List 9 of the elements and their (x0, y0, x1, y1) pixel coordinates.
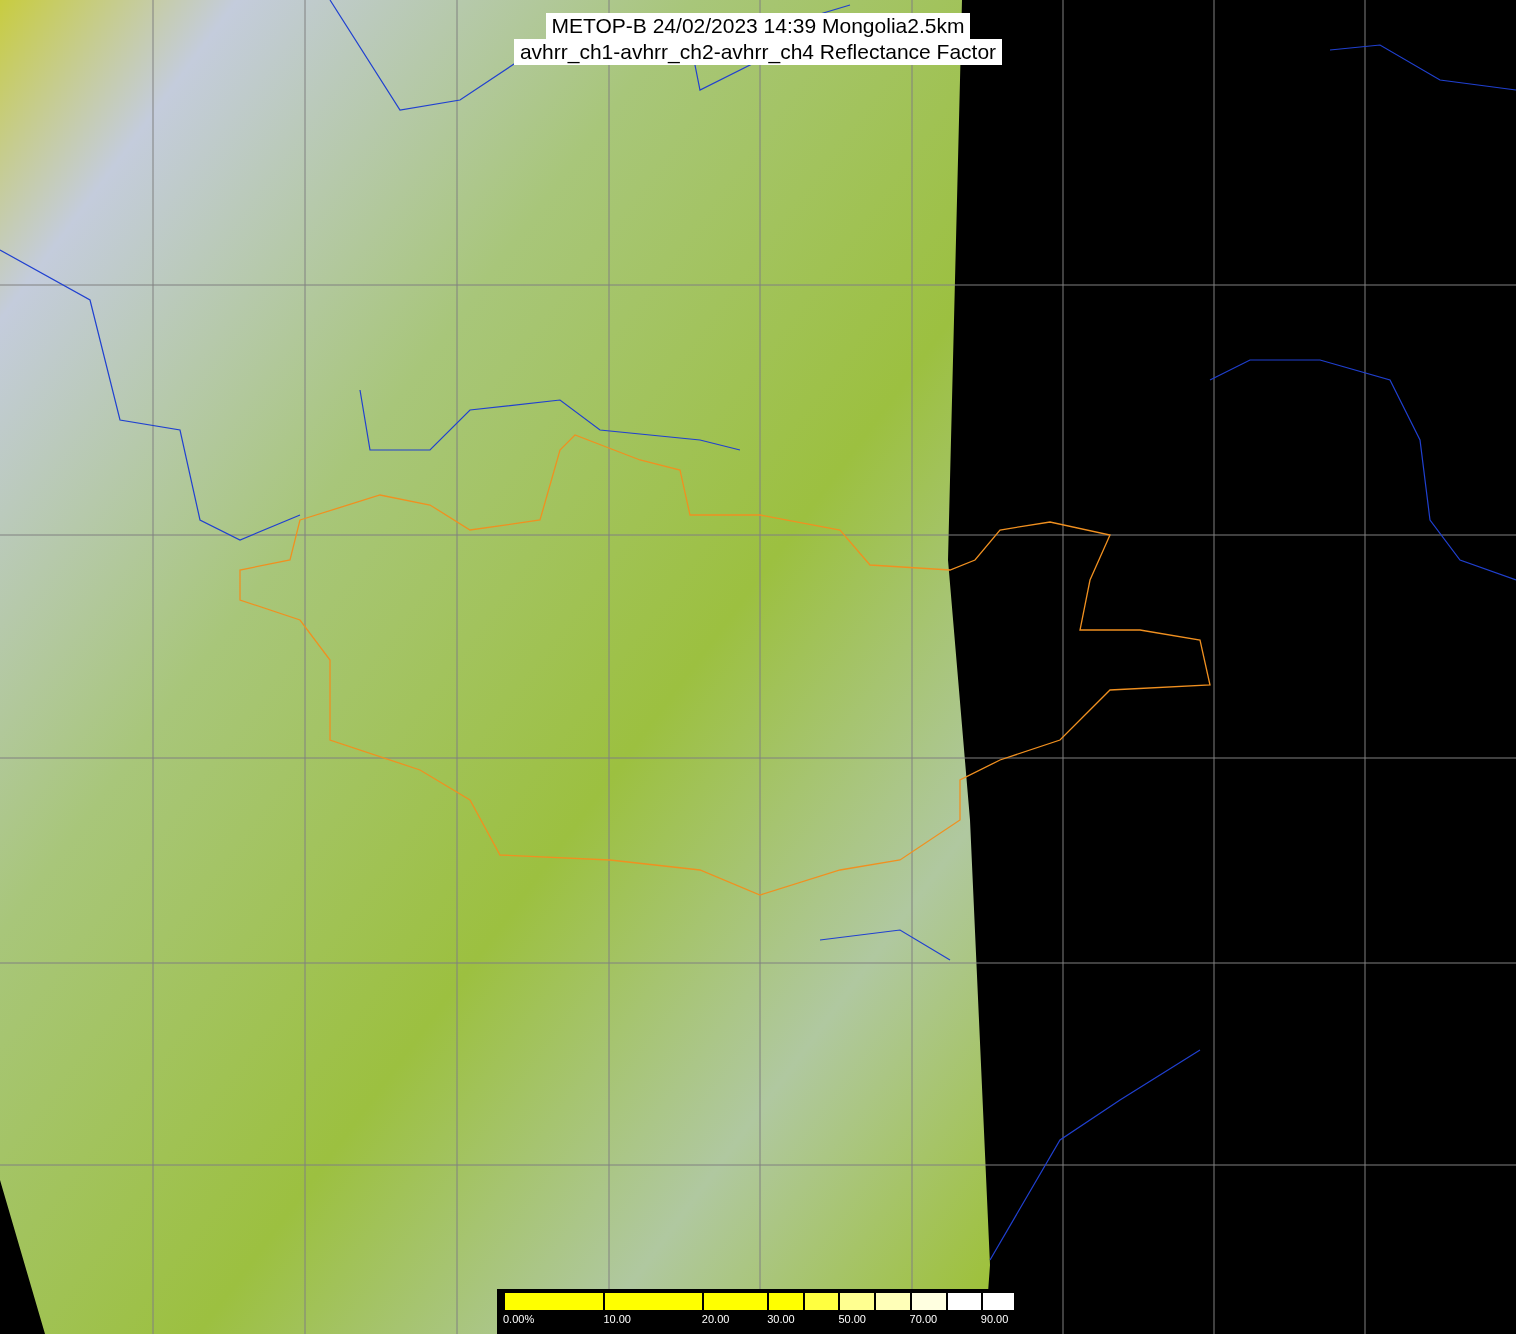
tick-label: 20.00 (701, 1313, 730, 1325)
tick-label: 90.00 (980, 1313, 1009, 1325)
map-title: avhrr_ch1-avhrr_ch2-avhrr_ch4 Reflectance Factor (513, 39, 1003, 65)
tick-label: 0.00% (503, 1313, 535, 1325)
tick-label: 70.00 (909, 1313, 938, 1325)
map-title: METOP-B 24/02/2023 14:39 Mongolia2.5km (545, 13, 971, 39)
tick-label: 10.00 (603, 1313, 631, 1325)
tick-label: 30.00 (767, 1313, 795, 1325)
tick-label: 50.00 (838, 1313, 866, 1325)
